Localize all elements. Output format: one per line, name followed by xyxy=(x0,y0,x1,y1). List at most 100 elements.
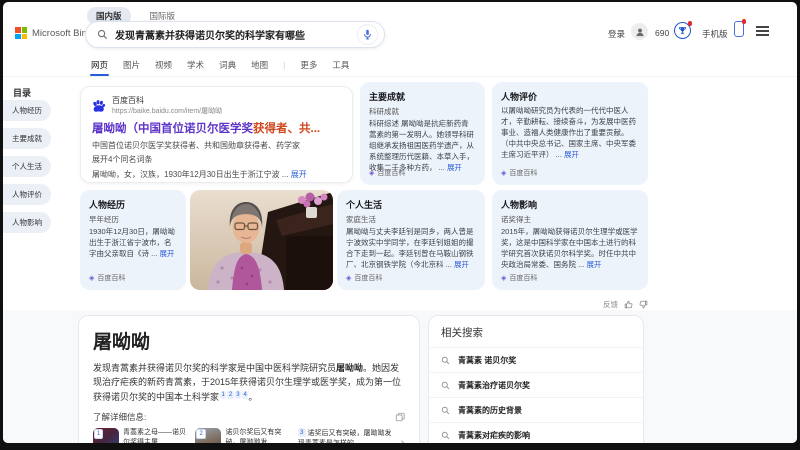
card-title: 主要成就 xyxy=(369,92,406,102)
toc-item-evaluation[interactable]: 人物评价 xyxy=(3,184,51,205)
search-icon xyxy=(441,356,450,364)
baike-url[interactable]: https://baike.baidu.com/item/屠呦呦 xyxy=(112,106,222,116)
card-source[interactable]: ◈ 百度百科 xyxy=(89,273,125,283)
related-search-item[interactable]: 青蒿素 诺贝尔奖 xyxy=(429,347,643,372)
answer-paragraph: 发现青蒿素并获得诺贝尔奖的科学家是中国中医科学院研究员屠呦呦。她因发现治疗疟疾的… xyxy=(93,363,402,402)
baike-gem-icon: ◈ xyxy=(369,170,375,177)
related-search-item[interactable]: 青蒿素的历史背景 xyxy=(429,397,643,422)
search-icon xyxy=(97,29,108,40)
tab-more[interactable]: 更多 xyxy=(300,59,317,71)
learn-more-label: 了解详细信息: xyxy=(93,412,147,423)
microsoft-logo-icon xyxy=(15,27,27,39)
citation-3[interactable]: 3 xyxy=(234,390,242,399)
card-subtitle: 诺奖得主 xyxy=(501,215,531,224)
toc-item-influence[interactable]: 人物影响 xyxy=(3,212,51,233)
citation-1[interactable]: 1 xyxy=(220,390,227,399)
baike-desc: 中国首位诺贝尔医学奖获得者、共和国勋章获得者、药学家 xyxy=(92,140,300,150)
source-number-badge: 2 xyxy=(196,429,206,440)
source-title: 诺贝尔奖后又有突破，屠呦呦发 ... xyxy=(225,429,282,443)
card-body: 1930年12月30日，屠呦呦出生于浙江省宁波市，名字由父亲取自《诗 ... 展… xyxy=(89,227,175,258)
search-input[interactable]: 发现青蒿素并获得诺贝尔奖的科学家有哪些 xyxy=(115,27,357,42)
tab-tools[interactable]: 工具 xyxy=(332,59,349,71)
source-card-3[interactable]: 3诺奖后又有突破，屠呦呦发现青蒿素是怎样的 ... 知 zhuanlan.zhi… xyxy=(297,428,393,443)
bing-logo[interactable]: Microsoft Bing xyxy=(15,27,92,39)
toc-item-achievements[interactable]: 主要成就 xyxy=(3,128,51,149)
tu-youyou-photo[interactable] xyxy=(190,190,333,290)
citation-2[interactable]: 2 xyxy=(227,390,234,399)
expand-link[interactable]: 展开 xyxy=(447,163,462,172)
source-card-1[interactable]: 1 青蒿素之母——诺贝尔奖得主屠 ... worldscience.cn xyxy=(93,428,188,443)
notification-dot xyxy=(741,19,746,24)
tab-images[interactable]: 图片 xyxy=(123,59,140,71)
baike-gem-icon: ◈ xyxy=(501,275,507,282)
hamburger-menu-icon[interactable] xyxy=(756,26,769,38)
answer-title: 屠呦呦 xyxy=(93,332,151,353)
expand-link[interactable]: 展开 xyxy=(586,260,601,269)
baike-same-entries-link[interactable]: 展开4个同名词条 xyxy=(92,154,341,165)
card-achievements: 主要成就 科研成就 科研综述 屠呦呦是抗疟新药青蒿素的第一发明人。她领导科研组继… xyxy=(360,82,485,185)
baike-gem-icon: ◈ xyxy=(346,275,352,282)
rewards-points[interactable]: 690 xyxy=(655,28,669,38)
tab-web[interactable]: 网页 xyxy=(89,59,110,76)
card-source[interactable]: ◈ 百度百科 xyxy=(501,168,537,178)
card-body: 屠呦呦与丈夫李廷钊是同乡，两人曾是宁波效实中学同学，在李廷钊姐姐的撮合下走到一起… xyxy=(346,227,474,269)
source-title: 青蒿素之母——诺贝尔奖得主屠 ... xyxy=(123,429,186,443)
feedback-row: 反馈 xyxy=(543,299,648,310)
search-nav-tabs: 网页 图片 视频 学术 词典 地图 | 更多 工具 xyxy=(89,59,349,76)
signin-label[interactable]: 登录 xyxy=(608,28,625,40)
avatar-icon[interactable] xyxy=(631,23,648,40)
mobile-version-label[interactable]: 手机版 xyxy=(702,28,728,40)
copy-icon[interactable] xyxy=(395,412,405,422)
baike-bio-line: 屠呦呦，女，汉族，1930年12月30日出生于浙江宁波 ... 展开 xyxy=(92,169,307,179)
card-personal-life: 个人生活 家庭生活 屠呦呦与丈夫李廷钊是同乡，两人曾是宁波效实中学同学，在李廷钊… xyxy=(337,190,485,290)
card-body: 科研综述 屠呦呦是抗疟新药青蒿素的第一发明人。她领导科研组继承发扬祖国医药学遗产… xyxy=(369,119,474,172)
expand-link[interactable]: 展开 xyxy=(291,170,307,179)
rewards-trophy-icon[interactable] xyxy=(674,21,692,39)
search-bar[interactable]: 发现青蒿素并获得诺贝尔奖的科学家有哪些 xyxy=(85,21,385,48)
source-number-badge: 3 xyxy=(297,428,306,438)
baike-result-title[interactable]: 屠呦呦（中国首位诺贝尔医学奖获得者、共... xyxy=(92,120,341,136)
tab-divider: | xyxy=(283,60,286,70)
phone-icon[interactable] xyxy=(734,19,746,37)
source-title: 3诺奖后又有突破，屠呦呦发现青蒿素是怎样的 ... xyxy=(297,428,392,443)
thumbs-down-icon[interactable] xyxy=(639,300,648,309)
card-source[interactable]: ◈ 百度百科 xyxy=(346,273,382,283)
card-source[interactable]: ◈ 百度百科 xyxy=(369,168,405,178)
card-body: 2015年，屠呦呦获得诺贝尔生理学或医学奖，这是中国科学家在中国本土进行的科学研… xyxy=(501,227,638,269)
card-title: 人物经历 xyxy=(89,200,126,210)
related-search-item[interactable]: 青蒿素治疗诺贝尔奖 xyxy=(429,372,643,397)
search-icon xyxy=(441,431,450,439)
header-divider xyxy=(3,76,797,77)
microphone-button[interactable] xyxy=(357,24,378,45)
related-search-item[interactable]: 青蒿素对疟疾的影响 xyxy=(429,422,643,443)
source-thumbnail: 1 xyxy=(93,428,119,443)
toc-title: 目录 xyxy=(13,88,32,98)
tab-academic[interactable]: 学术 xyxy=(187,59,204,71)
card-body: 以屠呦呦研究员为代表的一代代中医人才，辛勤耕耘、接续奋斗，为发展中医药事业、造福… xyxy=(501,106,636,159)
chevron-right-icon[interactable]: › xyxy=(400,429,405,443)
baike-result-card: 百度百科 https://baike.baidu.com/item/屠呦呦 屠呦… xyxy=(80,86,353,183)
search-icon xyxy=(441,406,450,414)
baike-source-row: 百度百科 https://baike.baidu.com/item/屠呦呦 xyxy=(92,95,341,116)
card-title: 人物评价 xyxy=(501,92,538,102)
expand-link[interactable]: 展开 xyxy=(564,150,579,159)
expand-link[interactable]: 展开 xyxy=(159,249,174,258)
tab-maps[interactable]: 地图 xyxy=(251,59,268,71)
search-icon xyxy=(441,381,450,389)
tab-videos[interactable]: 视频 xyxy=(155,59,172,71)
tab-dictionary[interactable]: 词典 xyxy=(219,59,236,71)
toc-item-experience[interactable]: 人物经历 xyxy=(3,100,51,121)
baike-source-name: 百度百科 xyxy=(112,96,144,105)
source-card-2[interactable]: 2 诺贝尔奖后又有突破，屠呦呦发 ... 知 zhuanlan.zhih... xyxy=(195,428,290,443)
baike-gem-icon: ◈ xyxy=(89,275,95,282)
baidu-paw-icon xyxy=(93,99,106,112)
expand-link[interactable]: 展开 xyxy=(454,260,469,269)
bing-serp-page: 国内版 国际版 Microsoft Bing 发现青蒿素并获得诺贝尔奖的科学家有… xyxy=(3,2,797,443)
card-source[interactable]: ◈ 百度百科 xyxy=(501,273,537,283)
answer-bold-name: 屠呦呦 xyxy=(336,363,364,373)
feedback-label[interactable]: 反馈 xyxy=(603,299,618,310)
card-experience: 人物经历 早年经历 1930年12月30日，屠呦呦出生于浙江省宁波市，名字由父亲… xyxy=(80,190,186,290)
toc-item-personal-life[interactable]: 个人生活 xyxy=(3,156,51,177)
thumbs-up-icon[interactable] xyxy=(624,300,633,309)
card-subtitle: 早年经历 xyxy=(89,215,119,224)
